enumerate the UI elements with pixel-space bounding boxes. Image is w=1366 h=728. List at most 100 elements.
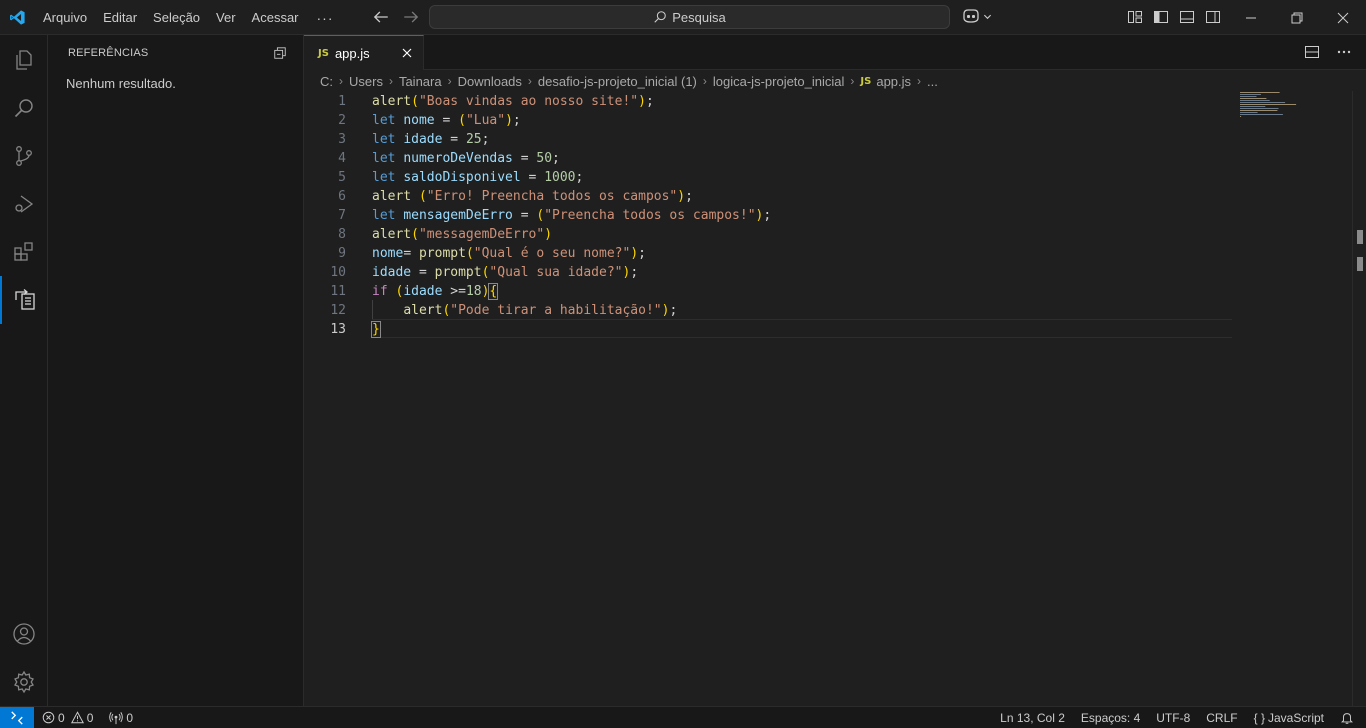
collapse-all-icon[interactable] [273,46,287,60]
search-label: Pesquisa [672,9,726,25]
code-line[interactable]: 6 alert ("Erro! Preencha todos os campos"… [304,187,1366,206]
code-token: = [512,151,537,166]
activity-search[interactable] [0,84,48,132]
end-of-line[interactable]: CRLF [1206,711,1237,725]
code-line[interactable]: 1 alert("Boas vindas ao nosso site!"); [304,92,1366,111]
minimap-line [1240,92,1280,93]
minimap-line [1240,96,1257,97]
split-editor-icon[interactable] [1304,44,1320,60]
menu-editar[interactable]: Editar [95,6,145,30]
breadcrumb-item[interactable]: Users [349,74,383,89]
tab-close-icon[interactable] [401,47,413,59]
code-line[interactable]: 5 let saldoDisponivel = 1000; [304,168,1366,187]
run-debug-icon [15,195,34,213]
code-token: = [442,132,466,147]
activity-run-debug[interactable] [0,180,48,228]
status-bar: 0 0 0 Ln 13, Col 2 Espaços: 4 UTF-8 CRLF… [0,706,1366,728]
activity-explorer[interactable] [0,36,48,84]
code-line[interactable]: 12 alert("Pode tirar a habilitação!"); [304,301,1366,320]
code-token: 18 [465,284,482,299]
vscode-logo-icon [10,10,25,25]
code-token: prompt [434,265,482,280]
line-number: 13 [330,322,346,337]
code-line[interactable]: 9 nome= prompt("Qual é o seu nome?"); [304,244,1366,263]
code-token: ; [669,303,678,318]
minimap-line [1240,112,1258,113]
toggle-secondary-sidebar-icon[interactable] [1205,9,1221,25]
code-token: if [372,284,388,299]
code-token: "Pode tirar a habilitação!" [450,303,662,318]
minimize-icon[interactable] [1228,0,1274,35]
code-line[interactable]: 2 let nome = ("Lua"); [304,111,1366,130]
breadcrumb-item[interactable]: logica-js-projeto_inicial [713,74,845,89]
code-token: ; [638,246,646,261]
minimap[interactable] [1240,91,1300,121]
cursor-position[interactable]: Ln 13, Col 2 [1000,711,1065,725]
arrow-right-icon[interactable] [402,8,420,26]
more-actions-icon[interactable] [1336,44,1352,60]
code-text: let idade = 25; [372,130,489,149]
toggle-primary-sidebar-icon[interactable] [1153,9,1169,25]
breadcrumb-item[interactable]: Tainara [399,74,442,89]
restore-icon[interactable] [1274,0,1320,35]
window-controls [1228,0,1366,35]
error-count: 0 [58,710,65,725]
line-number: 8 [338,227,346,242]
menu-ver[interactable]: Ver [208,6,244,30]
code-line[interactable]: 4 let numeroDeVendas = 50; [304,149,1366,168]
code-token: ; [552,151,560,166]
warning-icon [70,711,84,724]
code-line[interactable]: 7 let mensagemDeErro = ("Preencha todos o… [304,206,1366,225]
toggle-panel-icon[interactable] [1179,9,1195,25]
language-mode[interactable]: { } JavaScript [1254,707,1324,728]
menu-selecao[interactable]: Seleção [145,6,208,30]
code-line[interactable]: 10 idade = prompt("Qual sua idade?"); [304,263,1366,282]
js-file-icon: JS [318,47,329,59]
menu-acessar[interactable]: Acessar [244,6,307,30]
code-token: ) [544,227,553,242]
breadcrumb-item[interactable]: Downloads [458,74,522,89]
menu-arquivo[interactable]: Arquivo [35,6,95,30]
code-line[interactable]: 11 if (idade >=18){ [304,282,1366,301]
breadcrumb-item[interactable]: C: [320,74,333,89]
activity-accounts[interactable] [0,610,48,658]
activity-extensions[interactable] [0,228,48,276]
minimap-line [1240,104,1297,105]
code-line[interactable]: 8 alert("messagemDeErro") [304,225,1366,244]
breadcrumb-symbols[interactable]: ... [927,74,938,89]
activity-manage[interactable] [0,658,48,706]
code-token: mensagemDeErro [403,208,513,223]
menu-more-button[interactable]: ··· [307,10,344,26]
code-line[interactable]: 3 let idade = 25; [304,130,1366,149]
ports-indicator[interactable]: 0 [109,707,133,728]
command-center-search[interactable]: Pesquisa [429,5,950,29]
problems-indicator[interactable]: 0 0 [42,707,93,728]
chevron-down-icon [983,14,992,19]
code-token: idade [403,284,443,299]
arrow-left-icon[interactable] [372,8,390,26]
language-braces-icon: { } [1253,710,1265,725]
encoding[interactable]: UTF-8 [1156,711,1190,725]
code-line[interactable]: 13} [304,320,1366,339]
breadcrumb-item[interactable]: desafio-js-projeto_inicial (1) [538,74,697,89]
chevron-right-icon: › [917,74,922,88]
tab-app-js[interactable]: JS app.js [304,35,424,70]
code-token: "Preencha todos os campos!" [544,208,756,223]
bell-icon[interactable] [1340,711,1354,725]
breadcrumb-file[interactable]: app.js [876,74,911,89]
code-token: nome [403,113,435,128]
indentation[interactable]: Espaços: 4 [1081,711,1140,725]
code-text: if (idade >=18){ [372,282,499,301]
copilot-button[interactable] [961,8,992,24]
minimap-line [1240,102,1286,103]
close-icon[interactable] [1320,0,1366,35]
activity-references[interactable] [0,276,48,324]
activity-source-control[interactable] [0,132,48,180]
code-editor[interactable]: 1 alert("Boas vindas ao nosso site!"); 2 le… [304,91,1366,706]
remote-indicator[interactable] [0,707,34,728]
customize-layout-icon[interactable] [1127,9,1143,25]
editor-scrollbar[interactable] [1352,91,1366,706]
code-token: ; [763,208,772,223]
chevron-right-icon: › [850,74,855,88]
code-text: } [371,320,381,339]
